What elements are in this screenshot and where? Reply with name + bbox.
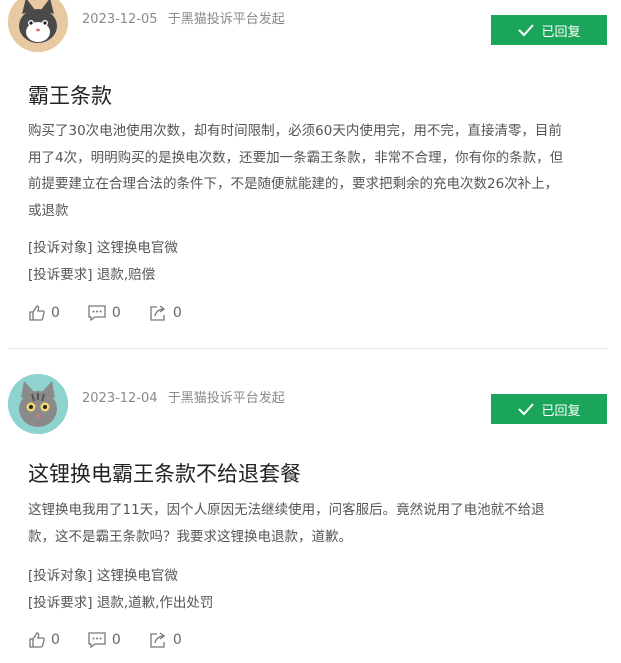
share-icon — [150, 632, 165, 648]
comment-icon — [88, 632, 106, 649]
complaint-target: [投诉对象] 这锂换电官微 — [28, 236, 178, 256]
comment-button[interactable]: 0 — [87, 631, 121, 649]
target-value[interactable]: 这锂换电官微 — [97, 568, 178, 584]
body-line: 款，这不是霸王条款吗？我要求这锂换电退款，道歉。 — [28, 528, 352, 545]
action-bar: 0 0 0 — [28, 631, 209, 649]
complaint-body: 这锂换电我用了11天，因个人原因无法继续使用，问客服后。竟然说用了电池就不给退 … — [28, 497, 596, 550]
status-badge: 已回复 — [491, 15, 607, 45]
share-button[interactable]: 0 — [148, 631, 182, 649]
complaint-demand: [投诉要求] 退款,道歉,作出处罚 — [28, 591, 213, 611]
cat-avatar-icon — [8, 374, 68, 434]
complaint-title[interactable]: 这锂换电霸王条款不给退套餐 — [28, 458, 301, 488]
like-button[interactable]: 0 — [28, 304, 60, 322]
comment-count: 0 — [111, 632, 121, 648]
complaint-source: 于黑猫投诉平台发起 — [167, 391, 285, 406]
demand-key: [投诉要求] — [28, 595, 93, 611]
body-line: 用了4次，明明购买的是换电次数，还要加一条霸王条款，非常不合理，你有你的条款，但 — [28, 149, 564, 166]
target-key: [投诉对象] — [28, 568, 93, 584]
status-label: 已回复 — [541, 24, 581, 40]
comment-button[interactable]: 0 — [87, 304, 121, 322]
demand-value: 退款,道歉,作出处罚 — [96, 595, 214, 611]
avatar[interactable] — [8, 0, 68, 52]
complaint-card[interactable]: 2023-12-04 于黑猫投诉平台发起 已回复 这锂换电霸王条款不给退套餐 这… — [0, 350, 621, 663]
like-button[interactable]: 0 — [28, 631, 60, 649]
share-count: 0 — [172, 632, 182, 648]
body-line: 购买了30次电池使用次数，却有时间限制，必须60天内使用完，用不完，直接清零，目… — [28, 123, 562, 139]
demand-key: [投诉要求] — [28, 267, 93, 283]
complaint-meta: 2023-12-04 于黑猫投诉平台发起 — [82, 387, 285, 406]
body-line: 或退款 — [28, 202, 69, 219]
body-line: 前提要建立在合理合法的条件下，不是随便就能建的，要求把剩余的充电次数26次补上， — [28, 176, 559, 192]
status-badge: 已回复 — [491, 394, 607, 424]
complaint-meta: 2023-12-05 于黑猫投诉平台发起 — [82, 8, 285, 27]
complaint-title[interactable]: 霸王条款 — [28, 80, 112, 110]
status-label: 已回复 — [541, 403, 581, 419]
cat-avatar-icon — [8, 0, 68, 52]
complaint-date: 2023-12-05 — [82, 12, 158, 27]
complaint-target: [投诉对象] 这锂换电官微 — [28, 564, 178, 584]
check-icon — [518, 24, 535, 37]
thumbs-up-icon — [29, 632, 45, 648]
action-bar: 0 0 0 — [28, 304, 209, 322]
body-line: 这锂换电我用了11天，因个人原因无法继续使用，问客服后。竟然说用了电池就不给退 — [28, 502, 545, 518]
comment-count: 0 — [111, 305, 121, 321]
divider — [8, 348, 608, 349]
share-count: 0 — [172, 305, 182, 321]
complaint-date: 2023-12-04 — [82, 391, 158, 406]
target-key: [投诉对象] — [28, 240, 93, 256]
complaint-card[interactable]: 2023-12-05 于黑猫投诉平台发起 已回复 霸王条款 购买了30次电池使用… — [0, 0, 621, 350]
share-button[interactable]: 0 — [148, 304, 182, 322]
complaint-body: 购买了30次电池使用次数，却有时间限制，必须60天内使用完，用不完，直接清零，目… — [28, 118, 596, 224]
like-count: 0 — [51, 305, 60, 321]
avatar[interactable] — [8, 374, 68, 434]
thumbs-up-icon — [29, 305, 45, 321]
check-icon — [518, 403, 535, 416]
demand-value: 退款,赔偿 — [96, 267, 156, 283]
comment-icon — [88, 305, 106, 322]
complaint-source: 于黑猫投诉平台发起 — [167, 12, 285, 27]
like-count: 0 — [51, 632, 60, 648]
complaint-demand: [投诉要求] 退款,赔偿 — [28, 263, 155, 283]
target-value[interactable]: 这锂换电官微 — [97, 240, 178, 256]
share-icon — [150, 305, 165, 321]
